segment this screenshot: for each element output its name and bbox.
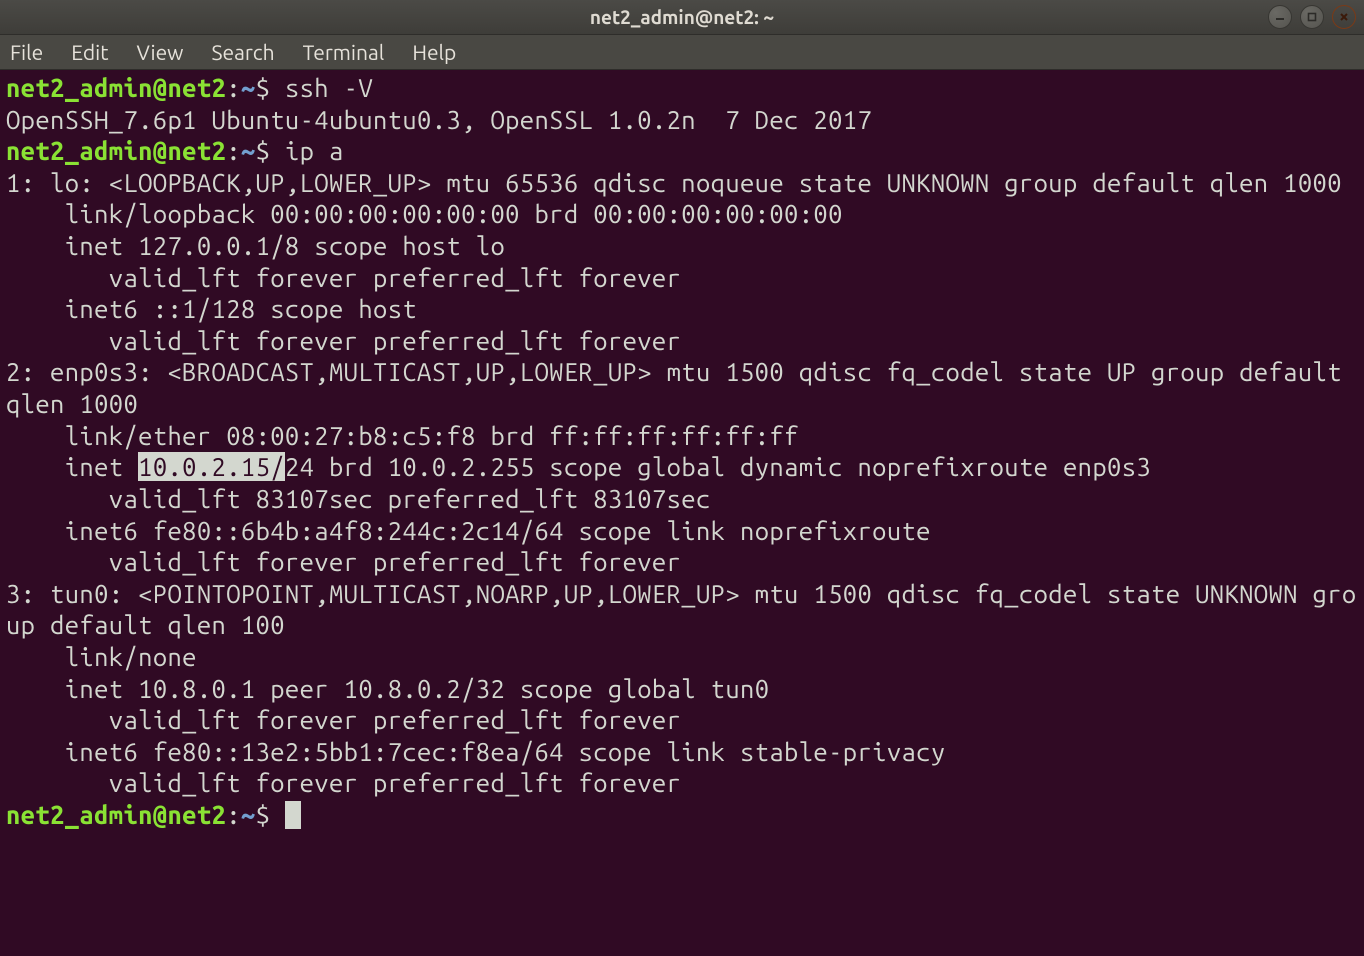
prompt-colon: : [226,73,241,102]
cmd-ip-a: ip a [270,136,343,165]
menu-file[interactable]: File [10,40,43,64]
output-line: inet [6,452,138,481]
output-line: valid_lft forever preferred_lft forever [6,768,681,797]
menu-terminal[interactable]: Terminal [303,40,385,64]
output-line: 1: lo: <LOOPBACK,UP,LOWER_UP> mtu 65536 … [6,168,1342,197]
output-line: 24 brd 10.0.2.255 scope global dynamic n… [285,452,1151,481]
output-line: inet 10.8.0.1 peer 10.8.0.2/32 scope glo… [6,674,769,703]
highlighted-ip: 10.0.2.15/ [138,452,285,481]
menu-search[interactable]: Search [211,40,274,64]
output-line: link/ether 08:00:27:b8:c5:f8 brd ff:ff:f… [6,421,799,450]
cmd-empty [270,800,285,829]
output-line: inet6 fe80::6b4b:a4f8:244c:2c14/64 scope… [6,516,946,545]
minimize-button[interactable] [1268,5,1292,29]
prompt-path: ~ [241,136,256,165]
prompt-colon: : [226,800,241,829]
prompt-dollar: $ [256,136,271,165]
close-button[interactable] [1332,5,1356,29]
prompt-user: net2_admin@net2 [6,136,226,165]
output-line: valid_lft forever preferred_lft forever [6,263,681,292]
prompt-user: net2_admin@net2 [6,73,226,102]
output-line: inet 127.0.0.1/8 scope host lo [6,231,505,260]
prompt-colon: : [226,136,241,165]
output-ssh-version: OpenSSH_7.6p1 Ubuntu-4ubuntu0.3, OpenSSL… [6,105,872,134]
window-controls [1268,5,1356,29]
prompt-dollar: $ [256,73,271,102]
output-line: link/loopback 00:00:00:00:00:00 brd 00:0… [6,199,843,228]
terminal-window: net2_admin@net2: ~ File Edit View Search… [0,0,1364,956]
maximize-button[interactable] [1300,5,1324,29]
cmd-ssh-v: ssh -V [270,73,373,102]
output-line: valid_lft forever preferred_lft forever [6,705,681,734]
output-line: valid_lft 83107sec preferred_lft 83107se… [6,484,711,513]
menu-edit[interactable]: Edit [71,40,108,64]
menu-view[interactable]: View [136,40,183,64]
terminal-area[interactable]: net2_admin@net2:~$ ssh -V OpenSSH_7.6p1 … [0,70,1364,956]
output-line: inet6 ::1/128 scope host [6,294,432,323]
output-line: link/none [6,642,212,671]
prompt-dollar: $ [256,800,271,829]
output-line: 3: tun0: <POINTOPOINT,MULTICAST,NOARP,UP… [6,579,1357,640]
window-title: net2_admin@net2: ~ [0,6,1364,28]
output-line: valid_lft forever preferred_lft forever [6,547,681,576]
titlebar[interactable]: net2_admin@net2: ~ [0,0,1364,35]
output-line: inet6 fe80::13e2:5bb1:7cec:f8ea/64 scope… [6,737,960,766]
prompt-path: ~ [241,800,256,829]
prompt-path: ~ [241,73,256,102]
output-line: 2: enp0s3: <BROADCAST,MULTICAST,UP,LOWER… [6,357,1357,418]
menu-help[interactable]: Help [412,40,456,64]
cursor-block-icon [285,801,301,829]
prompt-user: net2_admin@net2 [6,800,226,829]
menubar: File Edit View Search Terminal Help [0,35,1364,70]
output-line: valid_lft forever preferred_lft forever [6,326,681,355]
